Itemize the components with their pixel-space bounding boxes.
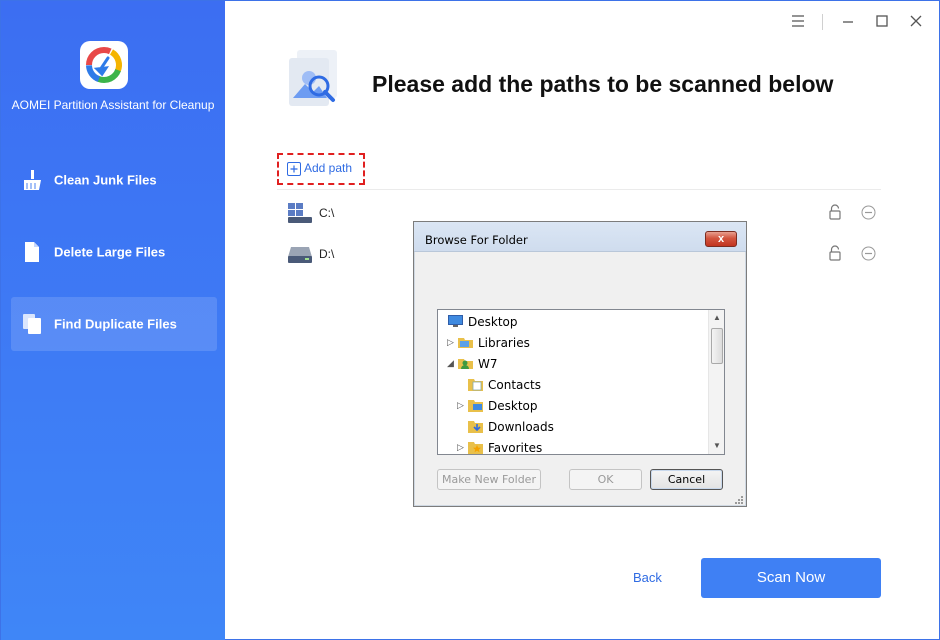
scrollbar-thumb[interactable] [711, 328, 723, 364]
tree-item-label: Contacts [488, 378, 541, 392]
add-path-button[interactable]: Add path [277, 153, 365, 185]
contacts-folder-icon [467, 376, 484, 392]
menu-icon[interactable] [789, 12, 807, 30]
close-icon[interactable] [907, 12, 925, 30]
duplicate-files-icon [21, 313, 43, 335]
ok-button[interactable]: OK [569, 469, 642, 490]
dialog-close-button[interactable]: x [705, 231, 737, 247]
scan-now-button[interactable]: Scan Now [701, 558, 881, 598]
path-label: C:\ [319, 206, 335, 220]
tree-expander[interactable]: ▷ [457, 443, 465, 452]
window-controls-separator [822, 14, 823, 30]
app-logo [80, 41, 128, 89]
sidebar-item-label: Delete Large Files [54, 244, 166, 260]
app-window: AOMEI Partition Assistant for Cleanup Cl… [0, 0, 940, 640]
tree-item[interactable]: ◢ W7 [438, 353, 706, 374]
plus-square-icon [287, 162, 301, 176]
tree-item[interactable]: ▷ Desktop [438, 395, 706, 416]
scroll-down-icon[interactable]: ▼ [709, 438, 724, 454]
sidebar-item-label: Find Duplicate Files [54, 316, 177, 332]
favorites-folder-icon [467, 439, 484, 454]
resize-grip-icon[interactable] [732, 492, 744, 504]
tree-expander[interactable]: ◢ [447, 359, 455, 368]
desktop-icon [447, 313, 464, 329]
tree-item-label: W7 [478, 357, 498, 371]
lock-icon[interactable] [828, 245, 842, 261]
make-new-folder-button[interactable]: Make New Folder [437, 469, 541, 490]
browse-for-folder-dialog: Browse For Folder x Desktop ▷ Libraries [413, 221, 747, 507]
user-folder-icon [457, 355, 474, 371]
sidebar-item-delete-large-files[interactable]: Delete Large Files [11, 225, 217, 279]
remove-circle-icon[interactable] [861, 205, 876, 220]
document-icon [21, 241, 43, 263]
dialog-title: Browse For Folder [425, 233, 528, 247]
tree-item-label: Libraries [478, 336, 530, 350]
sidebar-item-label: Clean Junk Files [54, 172, 157, 188]
cancel-button[interactable]: Cancel [650, 469, 723, 490]
tree-item[interactable]: Contacts [438, 374, 706, 395]
lock-icon[interactable] [828, 204, 842, 220]
sidebar-item-clean-junk-files[interactable]: Clean Junk Files [11, 153, 217, 207]
libraries-icon [457, 334, 474, 350]
windows-drive-icon [287, 202, 313, 224]
page-title: Please add the paths to be scanned below [372, 71, 834, 97]
tree-item[interactable]: Downloads [438, 416, 706, 437]
desktop-folder-icon [467, 397, 484, 413]
broom-icon [21, 169, 43, 191]
dialog-titlebar[interactable]: Browse For Folder x [414, 222, 746, 252]
add-path-label: Add path [304, 161, 353, 175]
remove-circle-icon[interactable] [861, 246, 876, 261]
minimize-icon[interactable] [839, 12, 857, 30]
scroll-up-icon[interactable]: ▲ [709, 310, 724, 326]
downloads-folder-icon [467, 418, 484, 434]
app-name: AOMEI Partition Assistant for Cleanup [11, 98, 215, 112]
drive-icon [287, 243, 313, 265]
tree-item[interactable]: ▷ Favorites [438, 437, 706, 455]
folder-tree[interactable]: Desktop ▷ Libraries ◢ W7 Contacts ▷ Desk… [437, 309, 725, 455]
scan-paths-illustration-icon [283, 48, 345, 110]
tree-item[interactable]: ▷ Libraries [438, 332, 706, 353]
back-button[interactable]: Back [633, 570, 662, 585]
maximize-icon[interactable] [873, 12, 891, 30]
tree-item-label: Desktop [488, 399, 538, 413]
tree-scrollbar[interactable]: ▲ ▼ [708, 310, 724, 454]
tree-item[interactable]: Desktop [438, 311, 706, 332]
path-label: D:\ [319, 247, 335, 261]
tree-item-label: Desktop [468, 315, 518, 329]
sidebar-item-find-duplicate-files[interactable]: Find Duplicate Files [11, 297, 217, 351]
tree-item-label: Favorites [488, 441, 543, 455]
sidebar: AOMEI Partition Assistant for Cleanup Cl… [1, 1, 225, 640]
tree-expander[interactable] [457, 422, 465, 430]
tree-item-label: Downloads [488, 420, 554, 434]
tree-expander[interactable]: ▷ [457, 401, 465, 410]
divider [277, 189, 881, 190]
tree-expander[interactable] [457, 380, 465, 388]
tree-expander[interactable]: ▷ [447, 338, 455, 347]
